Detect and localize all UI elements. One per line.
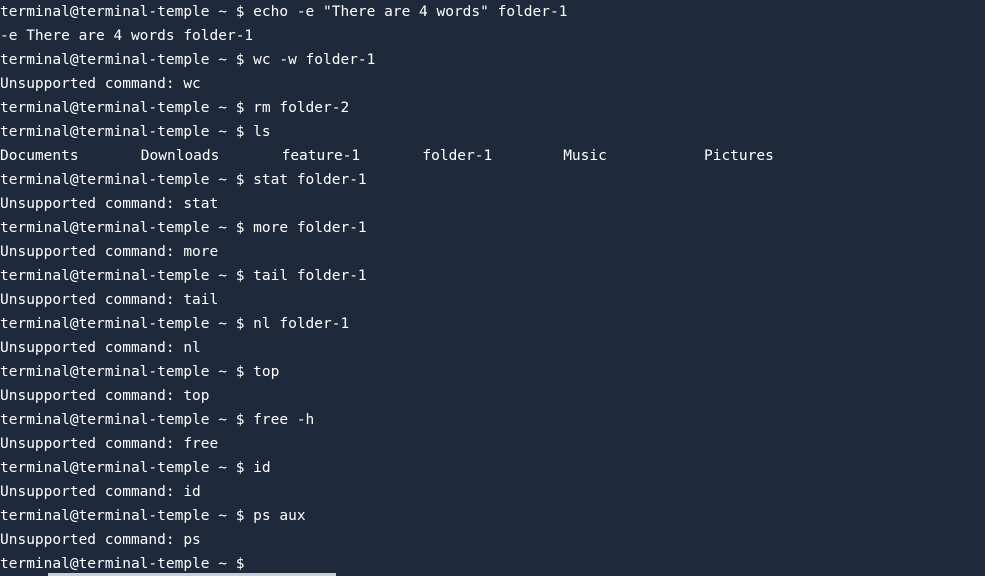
command-output: Unsupported command: nl — [0, 340, 201, 356]
command-text: ls — [253, 124, 271, 140]
terminal-window[interactable]: terminal@terminal-temple ~ $ echo -e "Th… — [0, 0, 985, 576]
command-line: terminal@terminal-temple ~ $ id — [0, 456, 985, 480]
command-text: tail folder-1 — [253, 268, 367, 284]
ls-entry: Documents — [0, 148, 79, 164]
ls-entry: Pictures — [703, 148, 774, 164]
command-output: Unsupported command: ps — [0, 532, 201, 548]
prompt: terminal@terminal-temple ~ $ — [0, 100, 245, 116]
command-line: terminal@terminal-temple ~ $ tail folder… — [0, 264, 985, 288]
prompt: terminal@terminal-temple ~ $ — [0, 316, 245, 332]
prompt: terminal@terminal-temple ~ $ — [0, 508, 245, 524]
command-line: terminal@terminal-temple ~ $ stat folder… — [0, 168, 985, 192]
command-text: wc -w folder-1 — [253, 52, 376, 68]
command-output: Unsupported command: more — [0, 244, 219, 260]
prompt: terminal@terminal-temple ~ $ — [0, 124, 245, 140]
ls-entry: folder-1 — [422, 148, 493, 164]
command-line: terminal@terminal-temple ~ $ rm folder-2 — [0, 96, 985, 120]
prompt: terminal@terminal-temple ~ $ — [0, 412, 245, 428]
command-output: Unsupported command: tail — [0, 292, 219, 308]
command-output: Unsupported command: wc — [0, 76, 201, 92]
command-text: free -h — [253, 412, 315, 428]
command-line: terminal@terminal-temple ~ $ echo -e "Th… — [0, 0, 985, 24]
command-text: stat folder-1 — [253, 172, 367, 188]
ls-output: Documents Downloads feature-1 folder-1 Music… — [0, 144, 985, 168]
prompt: terminal@terminal-temple ~ $ — [0, 364, 245, 380]
prompt: terminal@terminal-temple ~ $ — [0, 4, 245, 20]
prompt: terminal@terminal-temple ~ $ — [0, 172, 245, 188]
command-line: terminal@terminal-temple ~ $ wc -w folde… — [0, 48, 985, 72]
ls-entry: feature-1 — [281, 148, 361, 164]
command-output: Unsupported command: stat — [0, 196, 219, 212]
ls-entry: Music — [563, 148, 607, 164]
prompt: terminal@terminal-temple ~ $ — [0, 52, 245, 68]
command-output: Unsupported command: free — [0, 436, 219, 452]
command-text: more folder-1 — [253, 220, 367, 236]
terminal-output: terminal@terminal-temple ~ $ echo -e "Th… — [0, 0, 985, 576]
ls-entry: Downloads — [140, 148, 220, 164]
command-text: ps aux — [253, 508, 306, 524]
prompt: terminal@terminal-temple ~ $ — [0, 220, 245, 236]
prompt: terminal@terminal-temple ~ $ — [0, 460, 245, 476]
command-line: terminal@terminal-temple ~ $ ls — [0, 120, 985, 144]
command-text: id — [253, 460, 271, 476]
command-line: terminal@terminal-temple ~ $ ps aux — [0, 504, 985, 528]
command-text: rm folder-2 — [253, 100, 350, 116]
prompt: terminal@terminal-temple ~ $ — [0, 268, 245, 284]
command-text: echo -e "There are 4 words" folder-1 — [253, 4, 568, 20]
command-line: terminal@terminal-temple ~ $ more folder… — [0, 216, 985, 240]
command-line: terminal@terminal-temple ~ $ top — [0, 360, 985, 384]
command-line: terminal@terminal-temple ~ $ nl folder-1 — [0, 312, 985, 336]
command-output: Unsupported command: top — [0, 388, 210, 404]
command-line: terminal@terminal-temple ~ $ free -h — [0, 408, 985, 432]
command-text: top — [253, 364, 280, 380]
command-output: Unsupported command: id — [0, 484, 201, 500]
command-output: -e There are 4 words folder-1 — [0, 28, 254, 44]
prompt: terminal@terminal-temple ~ $ — [0, 556, 245, 572]
command-text: nl folder-1 — [253, 316, 350, 332]
